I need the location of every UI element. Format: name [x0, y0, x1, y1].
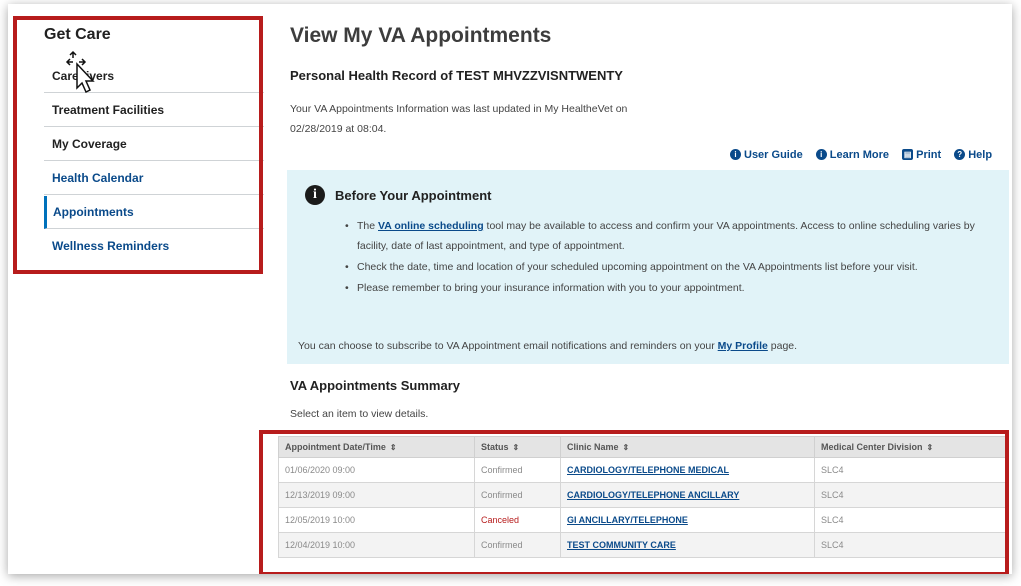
- question-circle-icon: ?: [954, 149, 966, 160]
- print-label: Print: [916, 148, 942, 161]
- info-circle-icon: i: [815, 149, 827, 160]
- move-cursor-icon: [65, 50, 95, 94]
- help-label: Help: [968, 148, 993, 161]
- info-box-header: i Before Your Appointment: [305, 185, 491, 205]
- print-link[interactable]: ▤ Print: [902, 149, 941, 161]
- learn-more-label: Learn More: [829, 148, 890, 161]
- last-updated-line2: 02/28/2019 at 08:04.: [290, 123, 387, 135]
- page-tools: i User Guide i Learn More ▤ Print ? Help: [720, 148, 992, 161]
- subscribe-text: You can choose to subscribe to VA Appoin…: [298, 340, 797, 352]
- my-profile-link[interactable]: My Profile: [718, 340, 768, 352]
- subscribe-text-pre: You can choose to subscribe to VA Appoin…: [298, 340, 718, 352]
- table-highlight-box: [259, 430, 1009, 574]
- info-bullet-list: The VA online scheduling tool may be ava…: [345, 216, 995, 299]
- info-bullet-scheduling: The VA online scheduling tool may be ava…: [345, 216, 995, 256]
- va-online-scheduling-link[interactable]: VA online scheduling: [378, 220, 484, 232]
- printer-icon: ▤: [902, 149, 914, 160]
- info-circle-icon: i: [730, 149, 741, 160]
- info-box-title: Before Your Appointment: [335, 187, 492, 203]
- before-appointment-info-box: i Before Your Appointment The VA online …: [287, 170, 1009, 364]
- sidebar-highlight-box: [13, 16, 263, 274]
- info-bullet-insurance: Please remember to bring your insurance …: [345, 278, 995, 298]
- user-guide-label: User Guide: [744, 148, 803, 161]
- subscribe-text-post: page.: [767, 340, 798, 352]
- bullet-text: The: [357, 220, 379, 232]
- page-title: View My VA Appointments: [290, 24, 552, 47]
- info-circle-icon: i: [305, 185, 325, 205]
- help-link[interactable]: ? Help: [954, 149, 992, 161]
- record-subtitle: Personal Health Record of TEST MHVZZVISN…: [290, 68, 623, 83]
- info-bullet-check-date: Check the date, time and location of you…: [345, 257, 995, 277]
- summary-hint: Select an item to view details.: [290, 408, 429, 420]
- last-updated-text: Your VA Appointments Information was las…: [290, 99, 750, 139]
- user-guide-link[interactable]: i User Guide: [730, 149, 803, 161]
- summary-title: VA Appointments Summary: [290, 378, 460, 393]
- last-updated-line1: Your VA Appointments Information was las…: [290, 103, 628, 115]
- learn-more-link[interactable]: i Learn More: [815, 148, 890, 161]
- screenshot-frame: Get Care Caregivers Treatment Facilities…: [8, 4, 1012, 574]
